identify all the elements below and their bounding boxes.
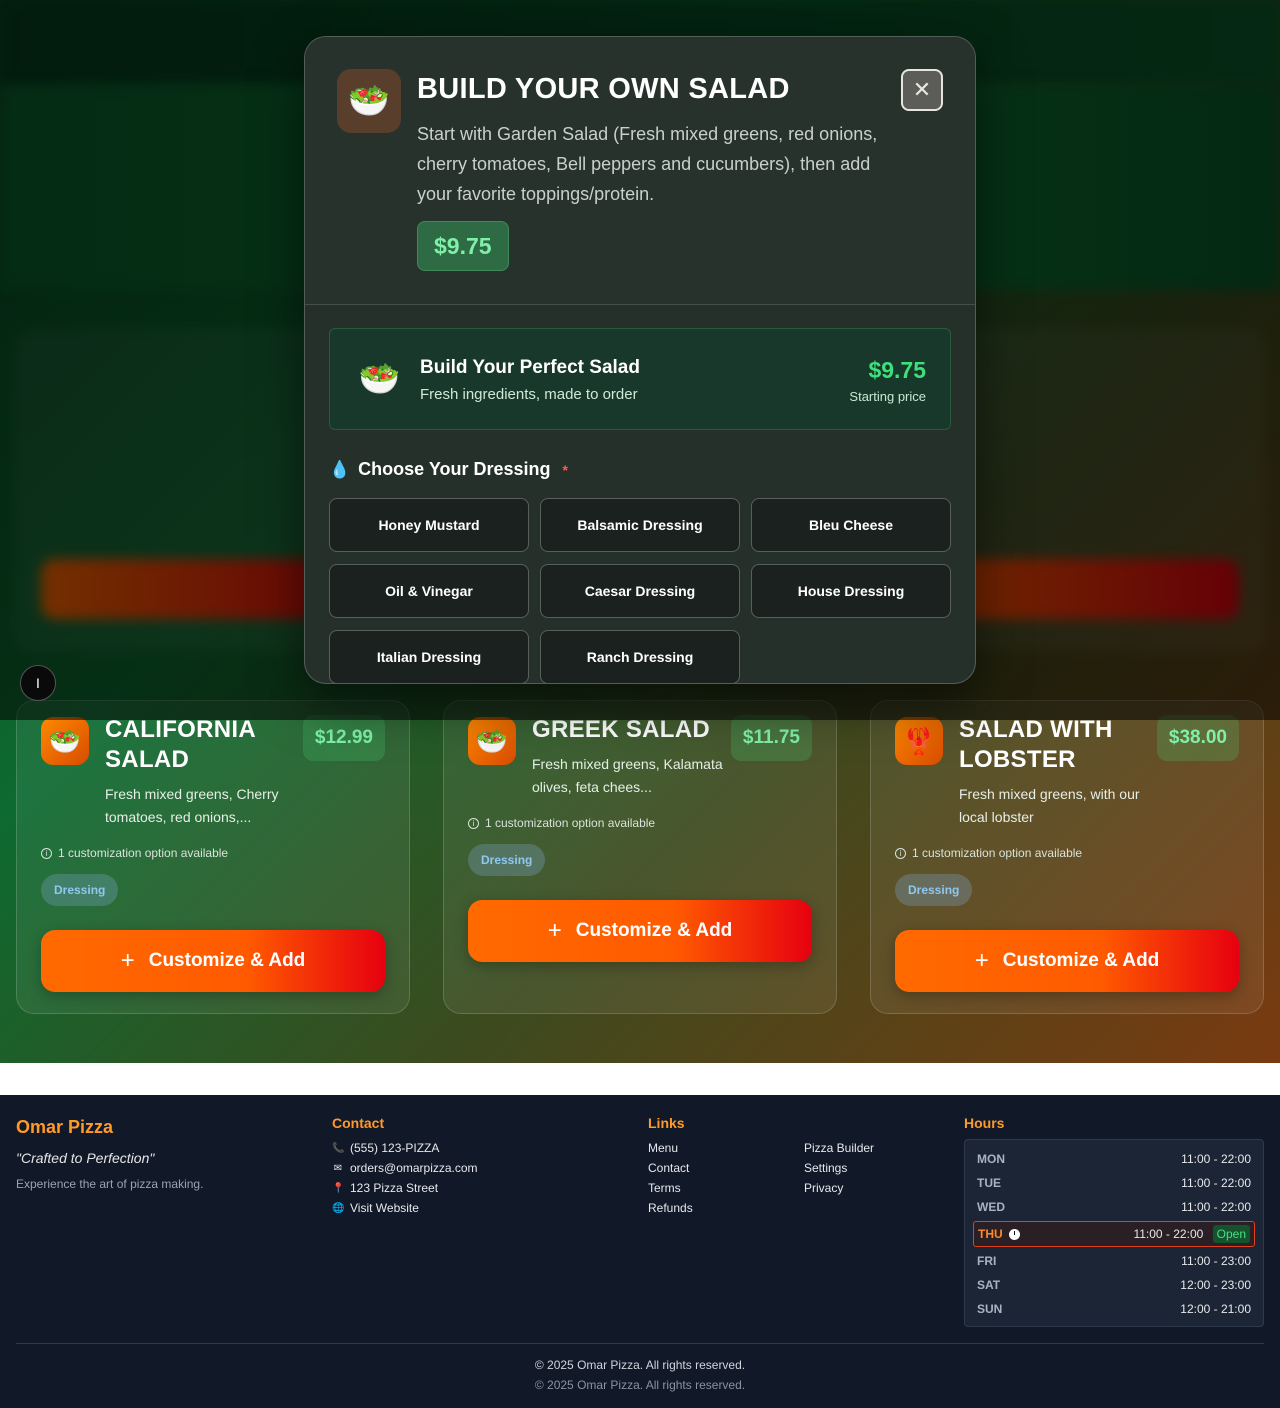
plus-icon: + bbox=[120, 947, 135, 974]
dressing-option-ranch[interactable]: Ranch Dressing bbox=[540, 630, 740, 683]
plus-icon: + bbox=[547, 917, 562, 944]
footer-hours-title: Hours bbox=[964, 1115, 1005, 1131]
open-status-badge: Open bbox=[1212, 1225, 1250, 1243]
card-info: i 1 customization option available bbox=[895, 846, 1082, 860]
salad-bowl-icon: 🥗 bbox=[358, 360, 401, 398]
modal-title: BUILD YOUR OWN SALAD bbox=[417, 73, 790, 105]
phone-icon: 📞 bbox=[332, 1142, 345, 1154]
pin-icon: 📍 bbox=[332, 1182, 345, 1194]
footer-link-settings[interactable]: Settings bbox=[804, 1161, 847, 1175]
footer: Omar Pizza "Crafted to Perfection" Exper… bbox=[0, 1095, 1280, 1408]
card-tag: Dressing bbox=[468, 844, 546, 876]
modal-price: $9.75 bbox=[417, 221, 509, 271]
card-price: $12.99 bbox=[302, 715, 385, 761]
menu-card-california: 🥗 CALIFORNIA SALAD $12.99 Fresh mixed gr… bbox=[16, 700, 410, 1014]
lobster-icon: 🦞 bbox=[895, 717, 943, 765]
build-salad-modal: 🥗 BUILD YOUR OWN SALAD Start with Garden… bbox=[304, 36, 976, 684]
hours-row: SUN 12:00 - 21:00 bbox=[977, 1302, 1251, 1316]
footer-phone[interactable]: 📞 (555) 123-PIZZA bbox=[332, 1141, 439, 1155]
modal-header: 🥗 BUILD YOUR OWN SALAD Start with Garden… bbox=[305, 37, 975, 305]
footer-link-privacy[interactable]: Privacy bbox=[804, 1181, 843, 1195]
hours-row-today: THU 11:00 - 22:00 Open bbox=[973, 1221, 1255, 1247]
footer-divider bbox=[16, 1343, 1264, 1344]
footer-website[interactable]: 🌐 Visit Website bbox=[332, 1201, 419, 1215]
banner-subtitle: Fresh ingredients, made to order bbox=[420, 386, 638, 403]
salad-bowl-icon: 🥗 bbox=[468, 717, 516, 765]
required-mark: * bbox=[562, 461, 568, 478]
customize-add-button[interactable]: + Customize & Add bbox=[895, 930, 1239, 992]
menu-card-lobster: 🦞 SALAD WITH LOBSTER $38.00 Fresh mixed … bbox=[870, 700, 1264, 1014]
footer-link-pizza-builder[interactable]: Pizza Builder bbox=[804, 1141, 874, 1155]
footer-email[interactable]: ✉ orders@omarpizza.com bbox=[332, 1161, 478, 1175]
builder-banner: 🥗 Build Your Perfect Salad Fresh ingredi… bbox=[329, 328, 951, 430]
card-title: SALAD WITH LOBSTER bbox=[959, 716, 1113, 773]
info-icon: i bbox=[41, 847, 52, 859]
footer-link-terms[interactable]: Terms bbox=[648, 1181, 681, 1195]
close-icon: ✕ bbox=[912, 77, 932, 102]
card-description: Fresh mixed greens, with our local lobst… bbox=[959, 786, 1140, 825]
close-button[interactable]: ✕ bbox=[901, 69, 943, 111]
footer-link-refunds[interactable]: Refunds bbox=[648, 1201, 693, 1215]
footer-address[interactable]: 📍 123 Pizza Street bbox=[332, 1181, 438, 1195]
card-info: i 1 customization option available bbox=[468, 816, 655, 830]
footer-contact-title: Contact bbox=[332, 1115, 385, 1131]
banner-title: Build Your Perfect Salad bbox=[420, 357, 640, 378]
footer-link-menu[interactable]: Menu bbox=[648, 1141, 678, 1155]
card-title: CALIFORNIA SALAD bbox=[105, 716, 256, 773]
footer-link-contact[interactable]: Contact bbox=[648, 1161, 689, 1175]
customize-add-button[interactable]: + Customize & Add bbox=[41, 930, 385, 992]
modal-description: Start with Garden Salad (Fresh mixed gre… bbox=[417, 124, 878, 204]
hours-row: SAT 12:00 - 23:00 bbox=[977, 1278, 1251, 1292]
card-price: $11.75 bbox=[730, 715, 812, 761]
hours-row: FRI 11:00 - 23:00 bbox=[977, 1254, 1251, 1268]
hours-table: MON 11:00 - 22:00 TUE 11:00 - 22:00 WED … bbox=[964, 1139, 1264, 1327]
salad-bowl-icon: 🥗 bbox=[337, 69, 401, 133]
hours-row: TUE 11:00 - 22:00 bbox=[977, 1176, 1251, 1190]
info-icon: i bbox=[468, 817, 479, 829]
footer-tagline: "Crafted to Perfection" bbox=[16, 1150, 155, 1166]
clock-icon bbox=[1008, 1228, 1020, 1240]
footer-copyright-secondary: © 2025 Omar Pizza. All rights reserved. bbox=[534, 1378, 746, 1392]
card-description: Fresh mixed greens, Cherry tomatoes, red… bbox=[105, 786, 279, 825]
salad-cards: 🥗 CALIFORNIA SALAD $12.99 Fresh mixed gr… bbox=[0, 700, 1280, 1063]
card-description: Fresh mixed greens, Kalamata olives, fet… bbox=[532, 756, 723, 795]
hours-row: MON 11:00 - 22:00 bbox=[977, 1152, 1251, 1166]
dressing-option-bleu-cheese[interactable]: Bleu Cheese bbox=[751, 498, 951, 552]
card-price: $38.00 bbox=[1156, 715, 1239, 761]
floating-badge[interactable]: I bbox=[20, 665, 56, 701]
info-icon: i bbox=[895, 847, 906, 859]
hours-row: WED 11:00 - 22:00 bbox=[977, 1200, 1251, 1214]
footer-description: Experience the art of pizza making. bbox=[16, 1177, 204, 1191]
dressing-section-title: 💧 Choose Your Dressing * bbox=[329, 459, 568, 479]
dressing-option-oil-vinegar[interactable]: Oil & Vinegar bbox=[329, 564, 529, 618]
dressing-option-house[interactable]: House Dressing bbox=[751, 564, 951, 618]
customize-add-button[interactable]: + Customize & Add bbox=[468, 900, 812, 962]
banner-price-label: Starting price bbox=[849, 389, 926, 404]
dressing-option-caesar[interactable]: Caesar Dressing bbox=[540, 564, 740, 618]
footer-brand: Omar Pizza bbox=[16, 1117, 114, 1137]
dressing-option-honey-mustard[interactable]: Honey Mustard bbox=[329, 498, 529, 552]
envelope-icon: ✉ bbox=[333, 1162, 343, 1174]
dressing-option-balsamic[interactable]: Balsamic Dressing bbox=[540, 498, 740, 552]
globe-icon: 🌐 bbox=[332, 1202, 345, 1214]
card-info: i 1 customization option available bbox=[41, 846, 228, 860]
footer-links-title: Links bbox=[648, 1115, 685, 1131]
dressing-option-italian[interactable]: Italian Dressing bbox=[329, 630, 529, 683]
footer-copyright: © 2025 Omar Pizza. All rights reserved. bbox=[534, 1358, 746, 1372]
banner-price: $9.75 bbox=[868, 357, 926, 383]
salad-bowl-icon: 🥗 bbox=[41, 717, 89, 765]
plus-icon: + bbox=[974, 947, 989, 974]
card-tag: Dressing bbox=[41, 874, 119, 906]
menu-card-greek: 🥗 GREEK SALAD $11.75 Fresh mixed greens,… bbox=[443, 700, 837, 1014]
droplet-icon: 💧 bbox=[329, 459, 351, 479]
card-tag: Dressing bbox=[895, 874, 973, 906]
